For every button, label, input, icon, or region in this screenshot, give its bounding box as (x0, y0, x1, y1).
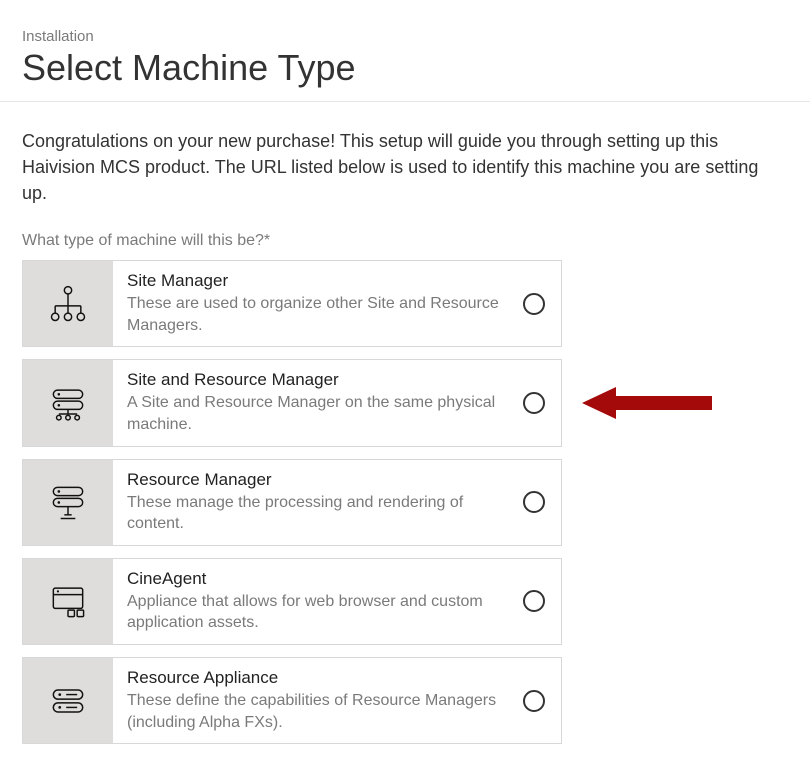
radio-indicator (523, 392, 545, 414)
option-title: Site and Resource Manager (127, 370, 505, 390)
resource-appliance-icon (23, 658, 113, 743)
option-desc: A Site and Resource Manager on the same … (127, 392, 505, 435)
option-resource-appliance[interactable]: Resource Appliance These define the capa… (22, 657, 562, 744)
option-title: CineAgent (127, 569, 505, 589)
option-desc: These are used to organize other Site an… (127, 293, 505, 336)
option-site-resource-manager[interactable]: Site and Resource Manager A Site and Res… (22, 359, 562, 446)
page-title: Select Machine Type (22, 47, 788, 89)
option-title: Site Manager (127, 271, 505, 291)
option-desc: These manage the processing and renderin… (127, 492, 505, 535)
radio-indicator (523, 293, 545, 315)
option-desc: These define the capabilities of Resourc… (127, 690, 505, 733)
radio-indicator (523, 491, 545, 513)
resource-manager-icon (23, 460, 113, 545)
site-manager-icon (23, 261, 113, 346)
breadcrumb: Installation (22, 28, 788, 45)
option-cineagent[interactable]: CineAgent Appliance that allows for web … (22, 558, 562, 645)
machine-type-options: Site Manager These are used to organize … (22, 260, 562, 744)
intro-text: Congratulations on your new purchase! Th… (22, 128, 782, 206)
option-title: Resource Appliance (127, 668, 505, 688)
divider (0, 101, 810, 102)
radio-indicator (523, 590, 545, 612)
option-title: Resource Manager (127, 470, 505, 490)
option-desc: Appliance that allows for web browser an… (127, 591, 505, 634)
site-resource-manager-icon (23, 360, 113, 445)
radio-indicator (523, 690, 545, 712)
cineagent-icon (23, 559, 113, 644)
option-resource-manager[interactable]: Resource Manager These manage the proces… (22, 459, 562, 546)
red-arrow-annotation (582, 383, 712, 423)
question-label: What type of machine will this be?* (22, 232, 788, 250)
option-site-manager[interactable]: Site Manager These are used to organize … (22, 260, 562, 347)
